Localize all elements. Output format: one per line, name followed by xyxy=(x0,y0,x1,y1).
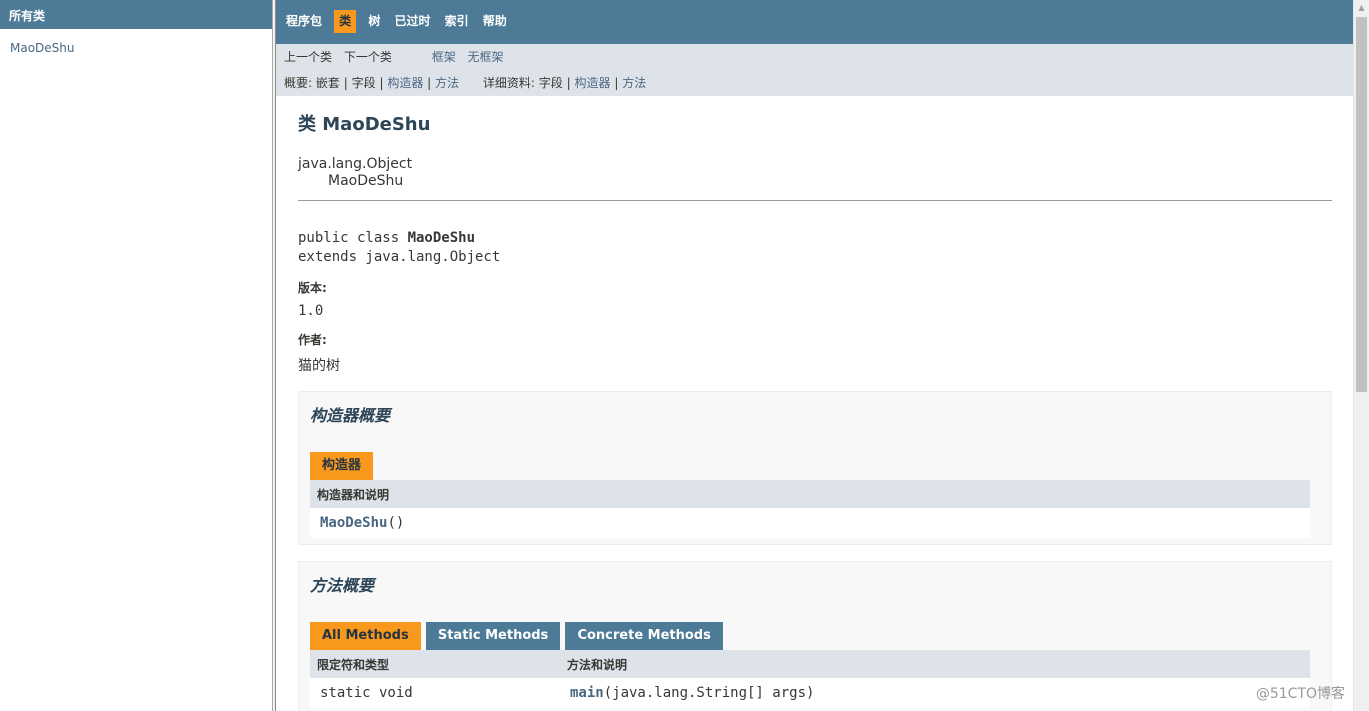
class-signature: public class MaoDeShu extends java.lang.… xyxy=(298,229,1332,267)
right-frame: 程序包 类 树 已过时 索引 帮助 上一个类 下一个类 框架 无框架 概要: 嵌… xyxy=(276,0,1353,711)
constructor-col-header: 构造器和说明 xyxy=(310,480,1310,508)
watermark: @51CTO博客 xyxy=(1255,686,1345,702)
class-title: 类 MaoDeShu xyxy=(298,114,431,135)
nav-class: 类 xyxy=(334,10,357,33)
method-type: static void xyxy=(310,678,560,708)
prev-class-text: 上一个类 xyxy=(284,50,333,64)
nav-package[interactable]: 程序包 xyxy=(284,10,324,33)
author-label: 作者: xyxy=(298,333,327,347)
tab-concrete-methods[interactable]: Concrete Methods xyxy=(565,622,723,650)
method-summary-heading: 方法概要 xyxy=(310,576,375,595)
class-name-text: MaoDeShu xyxy=(328,173,404,189)
version-value: 1.0 xyxy=(298,303,324,319)
top-nav-bar: 程序包 类 树 已过时 索引 帮助 xyxy=(276,0,1353,44)
constructor-caption-row: 构造器 xyxy=(310,452,1310,480)
detail-constructor-link[interactable]: 构造器 xyxy=(574,76,610,90)
detail-field: 字段 xyxy=(538,76,563,90)
superclass-text: java.lang.Object xyxy=(298,156,413,172)
method-tabs: All Methods Static Methods Concrete Meth… xyxy=(310,622,1310,650)
detail-label: 详细资料: xyxy=(482,76,535,90)
table-row: static void main(java.lang.String[] args… xyxy=(310,678,1310,708)
constructor-link[interactable]: MaoDeShu xyxy=(320,515,387,531)
summary-method-link[interactable]: 方法 xyxy=(435,76,459,90)
scroll-up-icon[interactable]: ▲ xyxy=(1354,0,1369,16)
table-row: MaoDeShu() xyxy=(310,508,1310,538)
constructor-summary-heading: 构造器概要 xyxy=(310,406,391,425)
all-classes-header: 所有类 xyxy=(0,0,272,29)
method-table: 限定符和类型 方法和说明 static void main(java.lang.… xyxy=(310,650,1310,708)
summary-constructor-link[interactable]: 构造器 xyxy=(387,76,423,90)
method-summary: 方法概要 All Methods Static Methods Concrete… xyxy=(298,561,1332,711)
constructor-summary: 构造器概要 构造器 构造器和说明 MaoDeShu() xyxy=(298,391,1332,545)
subnav-row-2: 概要: 嵌套 | 字段 | 构造器 | 方法 详细资料: 字段 | 构造器 | … xyxy=(284,76,647,90)
next-class-text: 下一个类 xyxy=(343,50,392,64)
scroll-thumb[interactable] xyxy=(1356,17,1367,392)
nav-help[interactable]: 帮助 xyxy=(481,10,509,33)
class-link-maodeshu[interactable]: MaoDeShu xyxy=(10,41,75,55)
summary-label: 概要: xyxy=(284,76,313,90)
method-col-name: 方法和说明 xyxy=(560,650,1310,678)
nav-index[interactable]: 索引 xyxy=(443,10,471,33)
divider xyxy=(298,200,1332,201)
left-frame: 所有类 MaoDeShu xyxy=(0,0,272,711)
nav-tree[interactable]: 树 xyxy=(366,10,382,33)
main-content: 类 MaoDeShu java.lang.Object MaoDeShu pub… xyxy=(276,114,1353,711)
frames-link[interactable]: 框架 xyxy=(432,50,456,64)
constructor-table: 构造器和说明 MaoDeShu() xyxy=(310,480,1310,538)
version-label: 版本: xyxy=(298,281,327,295)
author-value: 猫的树 xyxy=(298,358,340,374)
subnav-row-1: 上一个类 下一个类 框架 无框架 xyxy=(284,50,1353,76)
vertical-scrollbar[interactable]: ▲ xyxy=(1353,0,1369,711)
nav-deprecated[interactable]: 已过时 xyxy=(392,10,432,33)
signature-class-name: MaoDeShu xyxy=(407,230,476,246)
method-col-modifier: 限定符和类型 xyxy=(310,650,560,678)
tab-all-methods[interactable]: All Methods xyxy=(310,622,421,650)
constructor-caption: 构造器 xyxy=(310,452,374,480)
signature-extends: extends java.lang.Object xyxy=(298,249,501,265)
summary-nested: 嵌套 xyxy=(315,76,340,90)
tab-static-methods[interactable]: Static Methods xyxy=(425,622,561,650)
detail-method-link[interactable]: 方法 xyxy=(622,76,646,90)
class-list: MaoDeShu xyxy=(0,29,272,68)
no-frames-link[interactable]: 无框架 xyxy=(468,50,504,64)
inheritance-tree: java.lang.Object MaoDeShu xyxy=(298,156,1332,190)
summary-field: 字段 xyxy=(351,76,376,90)
method-link-main[interactable]: main xyxy=(570,685,604,701)
sub-nav-bar: 上一个类 下一个类 框架 无框架 概要: 嵌套 | 字段 | 构造器 | 方法 … xyxy=(276,44,1353,96)
